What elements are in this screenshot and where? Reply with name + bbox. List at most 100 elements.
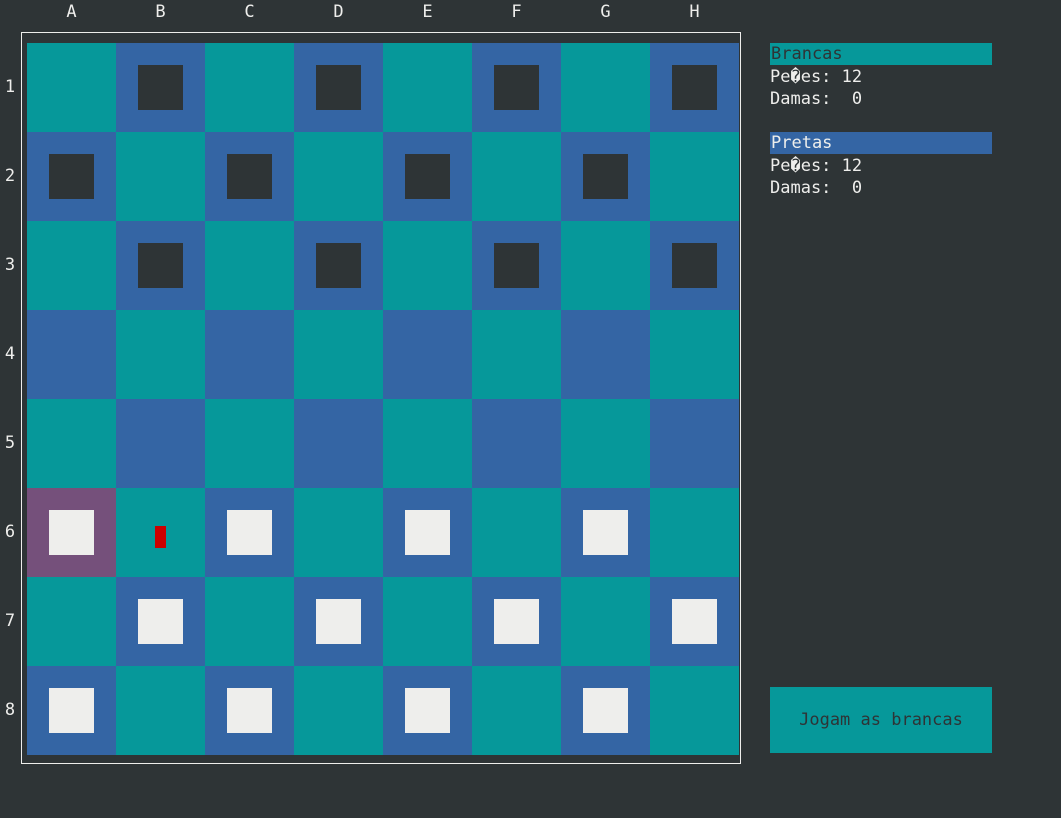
square-g8[interactable] — [561, 666, 650, 755]
square-h8[interactable] — [650, 666, 739, 755]
square-a3[interactable] — [27, 221, 116, 310]
square-f2[interactable] — [472, 132, 561, 221]
square-h2[interactable] — [650, 132, 739, 221]
square-h4[interactable] — [650, 310, 739, 399]
square-c8[interactable] — [205, 666, 294, 755]
square-f6[interactable] — [472, 488, 561, 577]
white-piece[interactable] — [227, 510, 272, 555]
square-h6[interactable] — [650, 488, 739, 577]
white-piece[interactable] — [316, 599, 361, 644]
black-piece[interactable] — [583, 154, 628, 199]
square-g5[interactable] — [561, 399, 650, 488]
black-piece[interactable] — [316, 65, 361, 110]
square-f3[interactable] — [472, 221, 561, 310]
square-g3[interactable] — [561, 221, 650, 310]
white-piece[interactable] — [49, 510, 94, 555]
square-h5[interactable] — [650, 399, 739, 488]
square-g4[interactable] — [561, 310, 650, 399]
square-c1[interactable] — [205, 43, 294, 132]
square-b3[interactable] — [116, 221, 205, 310]
column-label-e: E — [422, 2, 433, 22]
square-e6[interactable] — [383, 488, 472, 577]
square-d4[interactable] — [294, 310, 383, 399]
black-piece[interactable] — [49, 154, 94, 199]
black-piece[interactable] — [494, 65, 539, 110]
square-f4[interactable] — [472, 310, 561, 399]
column-label-b: B — [155, 2, 166, 22]
square-f5[interactable] — [472, 399, 561, 488]
square-f7[interactable] — [472, 577, 561, 666]
square-a7[interactable] — [27, 577, 116, 666]
square-b7[interactable] — [116, 577, 205, 666]
square-e5[interactable] — [383, 399, 472, 488]
square-a2[interactable] — [27, 132, 116, 221]
square-c3[interactable] — [205, 221, 294, 310]
white-piece[interactable] — [672, 599, 717, 644]
row-label-2: 2 — [4, 166, 16, 186]
square-g7[interactable] — [561, 577, 650, 666]
square-g1[interactable] — [561, 43, 650, 132]
square-b4[interactable] — [116, 310, 205, 399]
black-player-header: Pretas — [770, 132, 992, 154]
square-h3[interactable] — [650, 221, 739, 310]
square-e8[interactable] — [383, 666, 472, 755]
square-a6[interactable] — [27, 488, 116, 577]
square-f1[interactable] — [472, 43, 561, 132]
black-piece[interactable] — [672, 243, 717, 288]
square-f8[interactable] — [472, 666, 561, 755]
black-piece[interactable] — [672, 65, 717, 110]
square-h1[interactable] — [650, 43, 739, 132]
square-d8[interactable] — [294, 666, 383, 755]
square-c7[interactable] — [205, 577, 294, 666]
square-a1[interactable] — [27, 43, 116, 132]
square-h7[interactable] — [650, 577, 739, 666]
square-d2[interactable] — [294, 132, 383, 221]
white-piece[interactable] — [227, 688, 272, 733]
square-d3[interactable] — [294, 221, 383, 310]
square-e3[interactable] — [383, 221, 472, 310]
square-c6[interactable] — [205, 488, 294, 577]
turn-status-button[interactable]: Jogam as brancas — [770, 687, 992, 753]
square-d7[interactable] — [294, 577, 383, 666]
white-kings-count: Damas: 0 — [770, 89, 863, 109]
square-e2[interactable] — [383, 132, 472, 221]
square-b1[interactable] — [116, 43, 205, 132]
square-d6[interactable] — [294, 488, 383, 577]
white-piece[interactable] — [49, 688, 94, 733]
checkers-board[interactable] — [27, 43, 739, 755]
white-piece[interactable] — [138, 599, 183, 644]
square-b5[interactable] — [116, 399, 205, 488]
white-piece[interactable] — [583, 510, 628, 555]
white-piece[interactable] — [494, 599, 539, 644]
black-piece[interactable] — [316, 243, 361, 288]
black-kings-count: Damas: 0 — [770, 178, 863, 198]
black-piece[interactable] — [494, 243, 539, 288]
row-label-6: 6 — [4, 522, 16, 542]
square-e4[interactable] — [383, 310, 472, 399]
white-piece[interactable] — [583, 688, 628, 733]
square-g2[interactable] — [561, 132, 650, 221]
square-a5[interactable] — [27, 399, 116, 488]
square-c4[interactable] — [205, 310, 294, 399]
square-c2[interactable] — [205, 132, 294, 221]
square-e1[interactable] — [383, 43, 472, 132]
square-b2[interactable] — [116, 132, 205, 221]
column-label-f: F — [511, 2, 522, 22]
square-e7[interactable] — [383, 577, 472, 666]
square-a4[interactable] — [27, 310, 116, 399]
row-label-3: 3 — [4, 255, 16, 275]
square-g6[interactable] — [561, 488, 650, 577]
white-piece[interactable] — [405, 510, 450, 555]
black-piece[interactable] — [138, 243, 183, 288]
square-c5[interactable] — [205, 399, 294, 488]
square-d5[interactable] — [294, 399, 383, 488]
black-piece[interactable] — [227, 154, 272, 199]
square-a8[interactable] — [27, 666, 116, 755]
black-piece[interactable] — [405, 154, 450, 199]
column-label-a: A — [66, 2, 77, 22]
square-d1[interactable] — [294, 43, 383, 132]
white-piece[interactable] — [405, 688, 450, 733]
square-b6[interactable] — [116, 488, 205, 577]
square-b8[interactable] — [116, 666, 205, 755]
black-piece[interactable] — [138, 65, 183, 110]
